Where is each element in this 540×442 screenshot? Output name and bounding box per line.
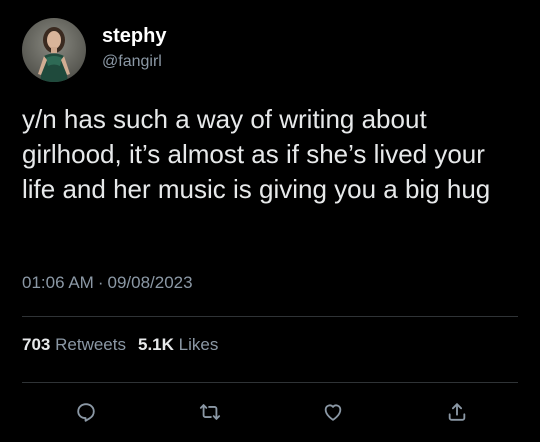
tweet-stats: 703 Retweets 5.1K Likes [22,334,230,356]
retweet-button[interactable] [192,394,228,430]
tweet-time: 01:06 AM [22,273,94,292]
avatar[interactable] [22,18,86,82]
share-icon [448,403,466,421]
retweets-count: 703 [22,335,51,354]
divider-top [22,316,518,317]
retweets-stat[interactable]: 703 Retweets [22,335,126,354]
reply-button[interactable] [68,394,104,430]
meta-separator: · [97,273,104,292]
tweet-text: y/n has such a way of writing about girl… [22,104,491,204]
reply-icon [77,403,95,422]
heart-icon [324,404,342,421]
action-bar [0,394,540,430]
likes-count: 5.1K [137,335,174,354]
display-name[interactable]: stephy [102,24,166,48]
likes-label: Likes [178,335,219,354]
profile-photo-icon [22,18,86,82]
retweet-icon [199,404,221,420]
retweets-label: Retweets [55,335,126,354]
like-button[interactable] [315,394,351,430]
share-button[interactable] [439,394,475,430]
divider-bottom [22,382,518,383]
likes-stat[interactable]: 5.1K Likes [138,335,218,354]
tweet-card: stephy @fangirl y/n has such a way of wr… [0,0,540,442]
user-handle[interactable]: @fangirl [102,52,162,72]
tweet-timestamp[interactable]: 01:06 AM · 09/08/2023 [22,272,193,294]
tweet-date: 09/08/2023 [107,273,193,292]
